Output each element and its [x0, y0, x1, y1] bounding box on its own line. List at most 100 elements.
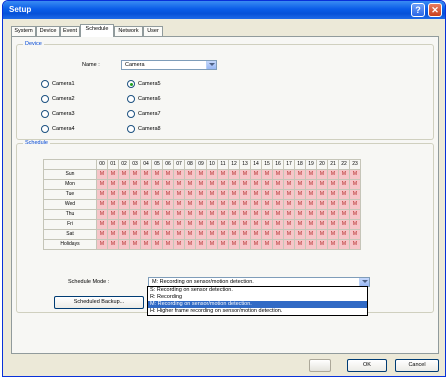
schedule-cell[interactable]: M	[184, 239, 196, 250]
schedule-cell[interactable]: M	[118, 189, 130, 200]
radio-camera4[interactable]: Camera4	[41, 125, 101, 133]
schedule-cell[interactable]: M	[316, 189, 328, 200]
schedule-cell[interactable]: M	[327, 209, 339, 220]
schedule-cell[interactable]: M	[173, 209, 185, 220]
schedule-cell[interactable]: M	[206, 199, 218, 210]
schedule-cell[interactable]: M	[129, 219, 141, 230]
schedule-cell[interactable]: M	[239, 239, 251, 250]
schedule-cell[interactable]: M	[338, 189, 350, 200]
schedule-cell[interactable]: M	[283, 169, 295, 180]
schedule-cell[interactable]: M	[173, 219, 185, 230]
schedule-cell[interactable]: M	[129, 169, 141, 180]
schedule-cell[interactable]: M	[338, 229, 350, 240]
schedule-cell[interactable]: M	[228, 209, 240, 220]
schedule-cell[interactable]: M	[239, 169, 251, 180]
schedule-cell[interactable]: M	[316, 209, 328, 220]
schedule-cell[interactable]: M	[327, 219, 339, 230]
schedule-cell[interactable]: M	[228, 199, 240, 210]
schedule-cell[interactable]: M	[294, 199, 306, 210]
schedule-cell[interactable]: M	[327, 169, 339, 180]
schedule-cell[interactable]: M	[294, 209, 306, 220]
schedule-cell[interactable]: M	[294, 229, 306, 240]
radio-camera8[interactable]: Camera8	[127, 125, 187, 133]
schedule-cell[interactable]: M	[96, 189, 108, 200]
schedule-cell[interactable]: M	[250, 219, 262, 230]
schedule-cell[interactable]: M	[107, 209, 119, 220]
schedule-cell[interactable]: M	[305, 169, 317, 180]
schedule-cell[interactable]: M	[140, 229, 152, 240]
schedule-cell[interactable]: M	[206, 219, 218, 230]
chevron-down-icon[interactable]	[206, 61, 216, 69]
schedule-cell[interactable]: M	[151, 169, 163, 180]
schedule-cell[interactable]: M	[173, 189, 185, 200]
schedule-cell[interactable]: M	[228, 239, 240, 250]
schedule-cell[interactable]: M	[250, 239, 262, 250]
schedule-cell[interactable]: M	[184, 209, 196, 220]
dropdown-option[interactable]: R: Recording	[148, 294, 367, 301]
schedule-cell[interactable]: M	[96, 219, 108, 230]
schedule-cell[interactable]: M	[107, 189, 119, 200]
schedule-cell[interactable]: M	[195, 219, 207, 230]
schedule-cell[interactable]: M	[107, 239, 119, 250]
schedule-cell[interactable]: M	[349, 229, 361, 240]
schedule-cell[interactable]: M	[294, 169, 306, 180]
schedule-cell[interactable]: M	[239, 219, 251, 230]
schedule-cell[interactable]: M	[239, 179, 251, 190]
schedule-cell[interactable]: M	[129, 209, 141, 220]
schedule-cell[interactable]: M	[195, 199, 207, 210]
schedule-cell[interactable]: M	[217, 179, 229, 190]
schedule-cell[interactable]: M	[261, 209, 273, 220]
schedule-cell[interactable]: M	[162, 209, 174, 220]
schedule-cell[interactable]: M	[305, 219, 317, 230]
dropdown-option[interactable]: H: Higher frame recording on sensor/moti…	[148, 308, 367, 315]
tab-user[interactable]: User	[143, 26, 163, 36]
schedule-cell[interactable]: M	[118, 179, 130, 190]
schedule-cell[interactable]: M	[184, 229, 196, 240]
schedule-cell[interactable]: M	[96, 229, 108, 240]
schedule-cell[interactable]: M	[217, 169, 229, 180]
schedule-cell[interactable]: M	[151, 239, 163, 250]
schedule-cell[interactable]: M	[206, 169, 218, 180]
dropdown-option[interactable]: S: Recording on sensor detection.	[148, 287, 367, 294]
schedule-cell[interactable]: M	[162, 189, 174, 200]
camera-name-combo[interactable]: Camera	[121, 60, 217, 70]
radio-camera5[interactable]: Camera5	[127, 80, 187, 88]
schedule-cell[interactable]: M	[305, 239, 317, 250]
schedule-cell[interactable]: M	[118, 229, 130, 240]
schedule-cell[interactable]: M	[305, 189, 317, 200]
schedule-cell[interactable]: M	[118, 199, 130, 210]
schedule-cell[interactable]: M	[206, 229, 218, 240]
schedule-cell[interactable]: M	[173, 179, 185, 190]
schedule-cell[interactable]: M	[327, 179, 339, 190]
schedule-cell[interactable]: M	[206, 179, 218, 190]
schedule-cell[interactable]: M	[228, 219, 240, 230]
schedule-cell[interactable]: M	[305, 229, 317, 240]
tab-system[interactable]: System	[11, 26, 36, 36]
schedule-cell[interactable]: M	[228, 179, 240, 190]
schedule-cell[interactable]: M	[283, 209, 295, 220]
schedule-cell[interactable]: M	[195, 229, 207, 240]
radio-camera1[interactable]: Camera1	[41, 80, 101, 88]
schedule-cell[interactable]: M	[283, 229, 295, 240]
schedule-cell[interactable]: M	[162, 229, 174, 240]
schedule-cell[interactable]: M	[107, 169, 119, 180]
schedule-cell[interactable]: M	[239, 209, 251, 220]
schedule-cell[interactable]: M	[217, 209, 229, 220]
schedule-cell[interactable]: M	[151, 199, 163, 210]
schedule-cell[interactable]: M	[96, 199, 108, 210]
schedule-cell[interactable]: M	[338, 239, 350, 250]
schedule-cell[interactable]: M	[283, 239, 295, 250]
schedule-cell[interactable]: M	[195, 239, 207, 250]
dropdown-option[interactable]: M: Recording on sensor/motion detection.	[148, 301, 367, 308]
schedule-cell[interactable]: M	[272, 189, 284, 200]
schedule-cell[interactable]: M	[261, 169, 273, 180]
schedule-cell[interactable]: M	[272, 179, 284, 190]
schedule-cell[interactable]: M	[184, 179, 196, 190]
help-button[interactable]: ?	[411, 3, 425, 17]
schedule-cell[interactable]: M	[140, 179, 152, 190]
schedule-cell[interactable]: M	[129, 189, 141, 200]
schedule-cell[interactable]: M	[129, 199, 141, 210]
keyboard-icon[interactable]	[309, 359, 331, 372]
schedule-cell[interactable]: M	[140, 199, 152, 210]
schedule-cell[interactable]: M	[184, 189, 196, 200]
